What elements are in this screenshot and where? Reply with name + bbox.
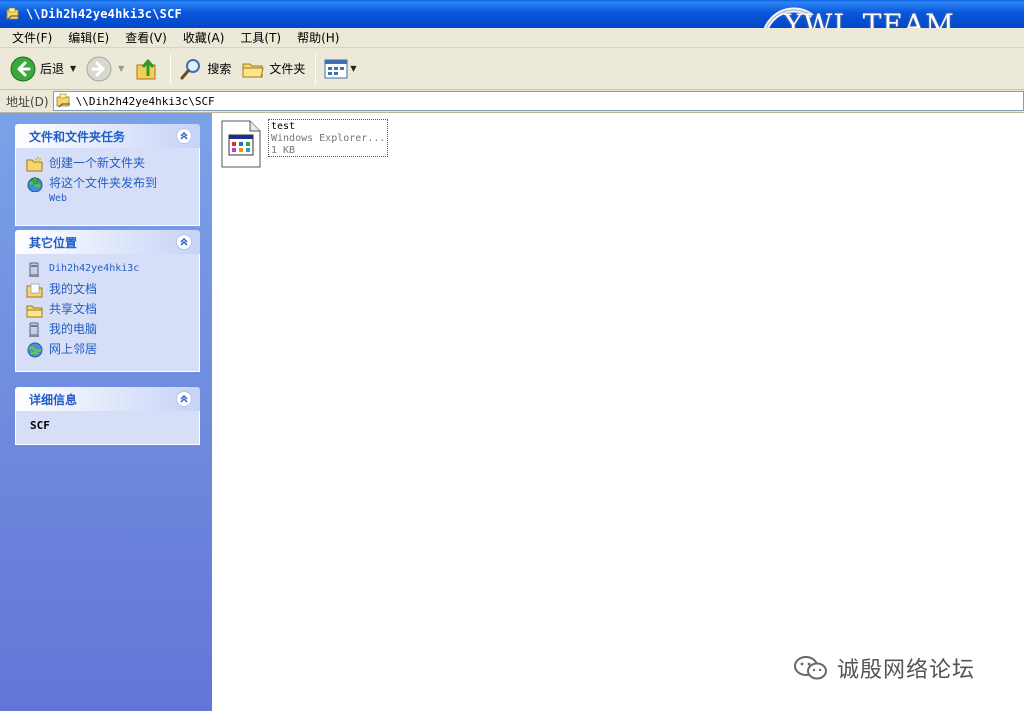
panel-details-body: SCF (15, 411, 200, 445)
my-computer-icon (29, 322, 39, 337)
network-folder-icon (6, 7, 19, 20)
place-label: 我的文档 (49, 282, 98, 296)
collapse-icon[interactable] (176, 234, 192, 250)
new-folder-icon (26, 156, 43, 172)
place-label: 网上邻居 (49, 342, 98, 356)
task-label: 将这个文件夹发布到 (49, 176, 158, 190)
address-bar: 地址(D) \\Dih2h42ye4hki3c\SCF (0, 90, 1024, 113)
menu-tools[interactable]: 工具(T) (232, 29, 289, 46)
menu-edit[interactable]: 编辑(E) (60, 29, 117, 46)
toolbar-separator (315, 53, 317, 84)
address-label: 地址(D) (6, 94, 49, 109)
folder-up-icon (136, 59, 156, 79)
file-label: test Windows Explorer... 1 KB (268, 119, 388, 157)
file-type: Windows Explorer... (271, 133, 385, 144)
views-button[interactable]: ▼ (320, 52, 360, 86)
network-places-icon (27, 342, 43, 358)
panel-details-header[interactable]: 详细信息 (15, 387, 200, 411)
panel-file-tasks-body: 创建一个新文件夹 将这个文件夹发布到 Web (15, 148, 200, 226)
title-bar: \\Dih2h42ye4hki3c\SCF (0, 0, 1024, 28)
up-button[interactable] (130, 52, 164, 86)
my-documents-icon (26, 283, 43, 298)
panel-other-places-body: Dih2h42ye4hki3c 我的文档 共享文档 我的电脑 网上邻居 (15, 254, 200, 372)
menu-file[interactable]: 文件(F) (4, 29, 60, 46)
place-label: 共享文档 (49, 302, 98, 316)
publish-web-icon (27, 176, 43, 192)
collapse-icon[interactable] (176, 391, 192, 407)
file-name: test (271, 121, 296, 132)
panel-other-places: 其它位置 Dih2h42ye4hki3c 我的文档 共享文档 我的电脑 网上邻居 (15, 230, 200, 372)
file-size: 1 KB (271, 145, 296, 156)
watermark-caption: 诚殷网络论坛 (837, 658, 976, 683)
task-publish-web[interactable]: 将这个文件夹发布到 Web (26, 176, 199, 206)
task-new-folder[interactable]: 创建一个新文件夹 (26, 156, 199, 172)
address-input[interactable]: \\Dih2h42ye4hki3c\SCF (52, 91, 1024, 111)
place-computer-name[interactable]: Dih2h42ye4hki3c (26, 262, 199, 278)
menu-help[interactable]: 帮助(H) (289, 29, 347, 46)
menu-view[interactable]: 查看(V) (117, 29, 175, 46)
toolbar: 后退 ▼ ▼ 搜索 文件夹 ▼ (0, 48, 1024, 90)
folders-button[interactable]: 文件夹 (237, 52, 309, 86)
menu-favorites[interactable]: 收藏(A) (175, 29, 233, 46)
place-label: Dih2h42ye4hki3c (49, 263, 140, 274)
views-icon (324, 59, 348, 78)
folders-icon (242, 63, 264, 77)
network-folder-icon (56, 93, 70, 108)
back-arrow-icon (10, 56, 36, 81)
forward-button[interactable]: ▼ (82, 52, 128, 86)
toolbar-separator (170, 53, 172, 84)
file-item[interactable]: test Windows Explorer... 1 KB (220, 119, 388, 169)
shared-folder-icon (26, 305, 43, 318)
panel-title: 详细信息 (29, 392, 78, 407)
task-pane: 文件和文件夹任务 创建一个新文件夹 将这个文件夹发布到 Web 其它位置 Dih… (0, 113, 212, 711)
panel-title: 其它位置 (29, 235, 78, 250)
panel-details: 详细信息 SCF (15, 387, 200, 445)
back-label: 后退 (40, 62, 65, 76)
place-label: 我的电脑 (49, 322, 98, 336)
wechat-icon (794, 656, 827, 680)
folders-label: 文件夹 (269, 62, 306, 76)
scf-file-icon (221, 120, 261, 168)
menu-bar: 文件(F) 编辑(E) 查看(V) 收藏(A) 工具(T) 帮助(H) (0, 28, 1024, 48)
search-button[interactable]: 搜索 (175, 52, 235, 86)
panel-file-tasks-header[interactable]: 文件和文件夹任务 (15, 124, 200, 148)
back-button[interactable]: 后退 ▼ (6, 52, 80, 86)
task-label-web: Web (49, 193, 68, 204)
views-dropdown-icon[interactable]: ▼ (350, 64, 356, 73)
file-list-area[interactable]: test Windows Explorer... 1 KB (212, 113, 1024, 711)
search-icon (180, 58, 201, 79)
window-title: \\Dih2h42ye4hki3c\SCF (26, 7, 182, 21)
task-label-block: 将这个文件夹发布到 Web (49, 176, 157, 206)
task-label: 创建一个新文件夹 (49, 156, 146, 170)
panel-file-tasks: 文件和文件夹任务 创建一个新文件夹 将这个文件夹发布到 Web (15, 124, 200, 226)
place-shared-documents[interactable]: 共享文档 (26, 302, 199, 318)
address-value: \\Dih2h42ye4hki3c\SCF (75, 94, 215, 108)
place-my-documents[interactable]: 我的文档 (26, 282, 199, 298)
details-folder-name: SCF (30, 419, 50, 432)
panel-title: 文件和文件夹任务 (29, 129, 126, 144)
place-my-computer[interactable]: 我的电脑 (26, 322, 199, 338)
forward-arrow-icon (86, 56, 112, 81)
place-network[interactable]: 网上邻居 (26, 342, 199, 358)
forward-dropdown-icon[interactable]: ▼ (118, 64, 124, 73)
search-label: 搜索 (207, 62, 232, 76)
panel-other-places-header[interactable]: 其它位置 (15, 230, 200, 254)
bottom-watermark: 诚殷网络论坛 (793, 652, 975, 684)
computer-icon (29, 262, 39, 277)
back-dropdown-icon[interactable]: ▼ (70, 64, 76, 73)
collapse-icon[interactable] (176, 128, 192, 144)
